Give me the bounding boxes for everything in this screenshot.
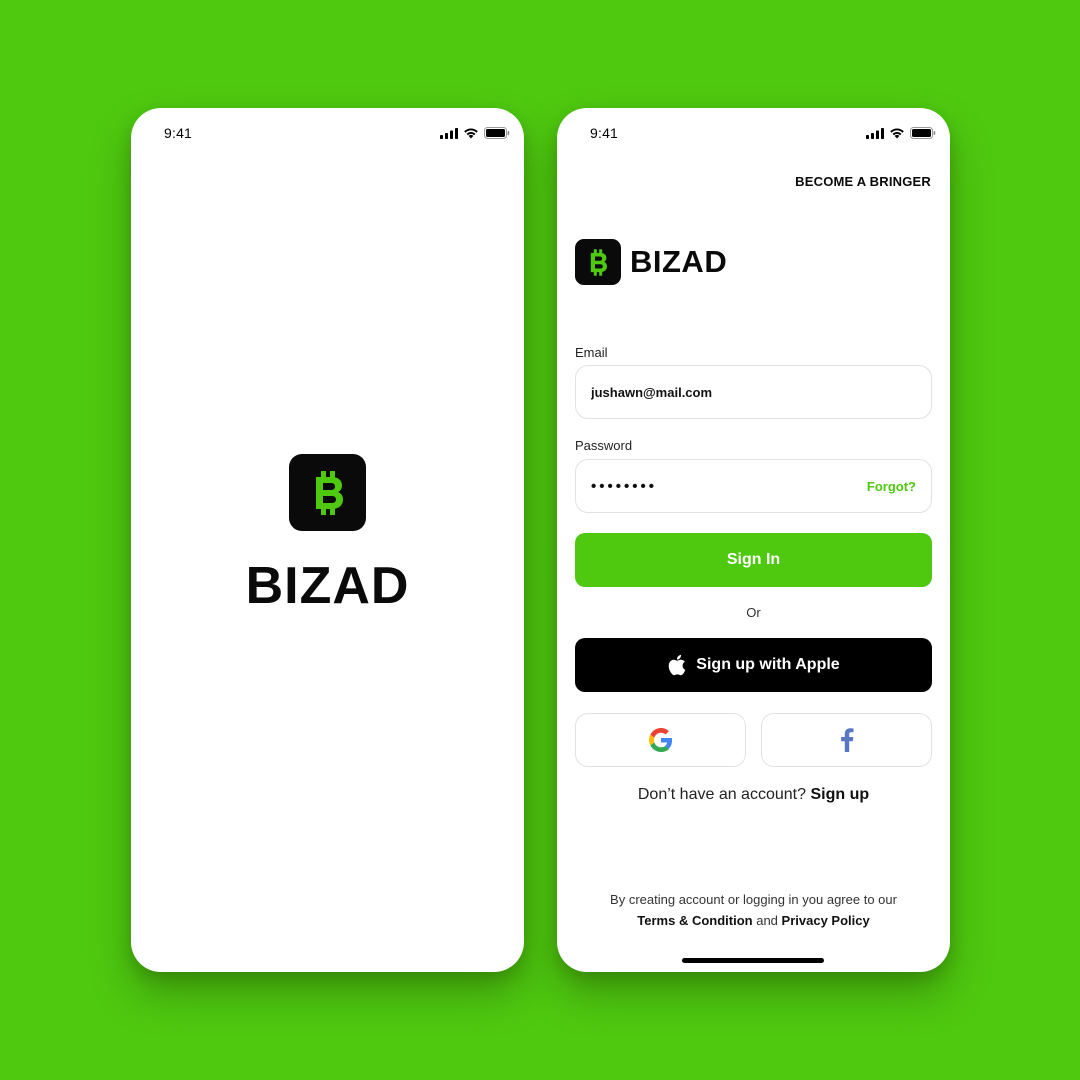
home-indicator[interactable] [682,958,824,963]
status-icons [440,127,510,139]
apple-icon [669,654,686,676]
terms-connector: and [756,913,778,928]
status-time: 9:41 [164,125,193,141]
email-field[interactable] [575,365,932,419]
wifi-icon [889,127,905,139]
splash-screen: 9:41 BIZAD [131,108,524,972]
bitcoin-b-icon [315,470,343,515]
signal-icon [440,127,458,139]
signup-prompt-text: Don’t have an account? [637,786,806,803]
bitcoin-b-icon [590,248,607,276]
email-label: Email [575,345,608,360]
brand-logo: BIZAD [575,239,727,285]
wifi-icon [463,127,479,139]
battery-icon [484,127,510,139]
terms-link[interactable]: Terms & Condition [637,913,752,928]
apple-signup-label: Sign up with Apple [696,656,840,673]
terms-text: By creating account or logging in you ag… [610,892,897,907]
signup-link[interactable]: Sign up [810,786,869,803]
status-time: 9:41 [590,125,619,141]
signup-prompt: Don’t have an account? Sign up [557,786,950,804]
app-logo-icon [289,454,366,531]
facebook-icon [840,728,853,752]
password-input[interactable]: •••••••• [591,478,867,495]
or-divider: Or [746,605,761,620]
google-icon [648,728,672,752]
sign-in-button[interactable]: Sign In [575,533,932,587]
terms-links-line: Terms & Condition and Privacy Policy [557,910,950,931]
forgot-password-link[interactable]: Forgot? [867,479,916,494]
privacy-link[interactable]: Privacy Policy [782,913,870,928]
status-icons [866,127,936,139]
login-screen: 9:41 BECOME A BRINGER BIZAD Email Passwo… [557,108,950,972]
signal-icon [866,127,884,139]
terms-notice: By creating account or logging in you ag… [557,889,950,931]
become-bringer-link[interactable]: BECOME A BRINGER [795,174,931,189]
battery-icon [910,127,936,139]
facebook-signin-button[interactable] [761,713,932,767]
email-input[interactable] [591,384,916,400]
app-logo-icon [575,239,621,285]
brand-wordmark: BIZAD [245,557,410,615]
google-signin-button[interactable] [575,713,746,767]
brand-wordmark: BIZAD [630,244,728,279]
password-label: Password [575,438,633,453]
apple-signup-button[interactable]: Sign up with Apple [575,638,932,692]
password-field[interactable]: •••••••• Forgot? [575,459,932,513]
